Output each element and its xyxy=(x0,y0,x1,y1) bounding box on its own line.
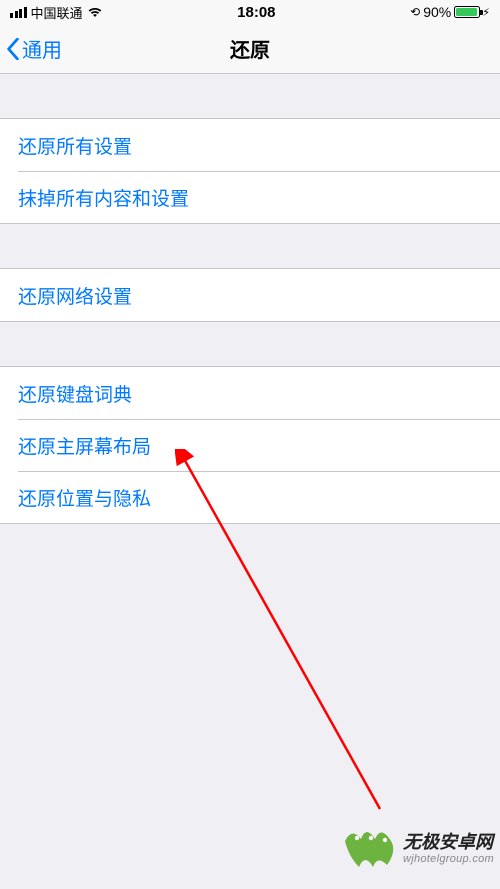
watermark: 无极安卓网 wjhotelgroup.com xyxy=(345,827,494,871)
status-right: ⟲ 90% ⚡︎ xyxy=(410,4,490,20)
status-left: 中国联通 xyxy=(10,3,103,22)
reset-keyboard-dictionary[interactable]: 还原键盘词典 xyxy=(0,367,500,419)
watermark-logo-icon xyxy=(345,827,397,871)
watermark-title: 无极安卓网 xyxy=(403,833,494,853)
back-label: 通用 xyxy=(22,34,62,63)
nav-bar: 通用 还原 xyxy=(0,24,500,74)
reset-home-screen-layout[interactable]: 还原主屏幕布局 xyxy=(0,419,500,471)
chevron-left-icon xyxy=(6,38,20,60)
section-gap xyxy=(0,322,500,366)
section-gap xyxy=(0,224,500,268)
reset-location-privacy[interactable]: 还原位置与隐私 xyxy=(0,471,500,523)
status-time: 18:08 xyxy=(237,4,275,21)
section-gap xyxy=(0,74,500,118)
battery-icon xyxy=(454,6,480,18)
signal-icon xyxy=(10,7,27,18)
carrier-label: 中国联通 xyxy=(31,3,83,22)
battery-percent: 90% xyxy=(423,4,451,20)
erase-all-content[interactable]: 抹掉所有内容和设置 xyxy=(0,171,500,223)
reset-group-2: 还原网络设置 xyxy=(0,268,500,322)
reset-network-settings[interactable]: 还原网络设置 xyxy=(0,269,500,321)
charging-icon: ⚡︎ xyxy=(482,6,490,19)
back-button[interactable]: 通用 xyxy=(0,34,62,63)
reset-all-settings[interactable]: 还原所有设置 xyxy=(0,119,500,171)
watermark-url: wjhotelgroup.com xyxy=(403,853,494,865)
reset-group-3: 还原键盘词典 还原主屏幕布局 还原位置与隐私 xyxy=(0,366,500,524)
page-title: 还原 xyxy=(0,34,500,63)
orientation-lock-icon: ⟲ xyxy=(410,5,420,19)
reset-group-1: 还原所有设置 抹掉所有内容和设置 xyxy=(0,118,500,224)
status-bar: 中国联通 18:08 ⟲ 90% ⚡︎ xyxy=(0,0,500,24)
wifi-icon xyxy=(87,6,103,18)
